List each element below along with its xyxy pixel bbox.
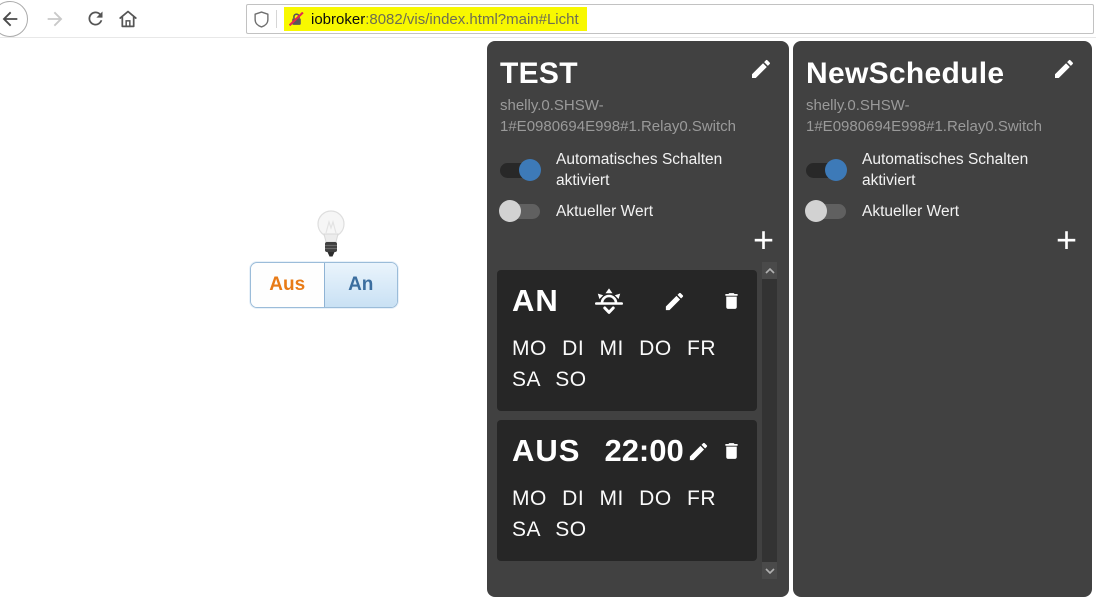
schedule-panel-newschedule: NewSchedule shelly.0.SHSW-1#E0980694E998… [793,41,1092,597]
urlbar-divider [276,10,277,28]
auto-switch-label: Automatisches Schalten aktiviert [556,151,723,189]
schedule-datapoint: shelly.0.SHSW-1#E0980694E998#1.Relay0.Sw… [806,97,1043,135]
url-host: iobroker [311,10,366,28]
url-path: :8082/vis/index.html?main#Licht [365,10,579,28]
url-highlight[interactable]: iobroker:8082/vis/index.html?main#Licht [284,7,587,31]
trigger-list-scrollbar[interactable] [762,262,777,579]
auto-switch-label: Automatisches Schalten aktiviert [862,151,1029,189]
browser-toolbar: iobroker:8082/vis/index.html?main#Licht [0,0,1096,38]
edit-schedule-button[interactable] [749,57,773,81]
edit-schedule-button[interactable] [1052,57,1076,81]
trigger-card-aus: AUS 22:00 MO DI MI DO FR SA SO [497,420,757,561]
pencil-icon [752,59,770,78]
trigger-card-an: AN MO DI MI DO FR SA SO [497,270,757,411]
current-value-toggle[interactable] [499,200,540,222]
current-value-label: Aktueller Wert [556,202,654,220]
schedule-title: NewSchedule [806,57,1005,90]
trigger-days: MO DI MI DO FR SA SO [512,487,716,541]
chevron-up-icon [764,267,775,274]
reload-button[interactable] [85,8,106,29]
trash-icon [725,443,738,459]
auto-switch-row: Automatisches Schalten aktiviert [806,149,1079,191]
edit-trigger-button[interactable] [687,440,710,463]
light-on-button[interactable]: An [324,263,397,307]
add-trigger-button[interactable]: + [1056,222,1077,258]
current-value-label: Aktueller Wert [862,202,960,220]
current-value-row: Aktueller Wert [499,200,776,222]
sunrise-icon [594,288,623,314]
scroll-up-button[interactable] [762,262,777,279]
trash-icon [725,293,738,309]
delete-trigger-button[interactable] [721,439,742,463]
light-bulb-icon [313,209,349,261]
current-value-row: Aktueller Wert [805,200,1079,222]
back-button[interactable] [0,1,28,37]
trigger-time: 22:00 [604,433,684,468]
trigger-list: AN MO DI MI DO FR SA SO AUS 22:00 MO DI … [497,262,777,579]
forward-button[interactable] [44,8,66,30]
trigger-state: AN [512,283,559,318]
delete-trigger-button[interactable] [721,289,742,313]
schedule-datapoint: shelly.0.SHSW-1#E0980694E998#1.Relay0.Sw… [500,97,737,135]
light-switch-group: Aus An [250,262,398,308]
current-value-toggle[interactable] [805,200,846,222]
trigger-days: MO DI MI DO FR SA SO [512,337,716,391]
schedule-title: TEST [500,57,578,90]
pencil-icon [665,292,683,310]
auto-switch-toggle[interactable] [806,159,847,181]
edit-trigger-button[interactable] [663,290,686,313]
home-button[interactable] [117,8,139,30]
light-off-button[interactable]: Aus [251,263,325,307]
schedule-panel-test: TEST shelly.0.SHSW-1#E0980694E998#1.Rela… [487,41,789,597]
auto-switch-toggle[interactable] [500,159,541,181]
insecure-lock-icon [289,11,304,26]
tracking-shield-icon[interactable] [253,10,270,28]
auto-switch-row: Automatisches Schalten aktiviert [500,149,776,191]
back-arrow-icon [2,11,18,27]
url-text: iobroker:8082/vis/index.html?main#Licht [311,11,579,28]
pencil-icon [1055,59,1073,78]
address-bar[interactable]: iobroker:8082/vis/index.html?main#Licht [246,4,1094,34]
trigger-state: AUS [512,433,581,468]
chevron-down-icon [764,567,775,574]
astro-time-button[interactable] [591,286,627,316]
scroll-down-button[interactable] [762,562,777,579]
add-trigger-button[interactable]: + [753,222,774,258]
pencil-icon [689,442,707,460]
